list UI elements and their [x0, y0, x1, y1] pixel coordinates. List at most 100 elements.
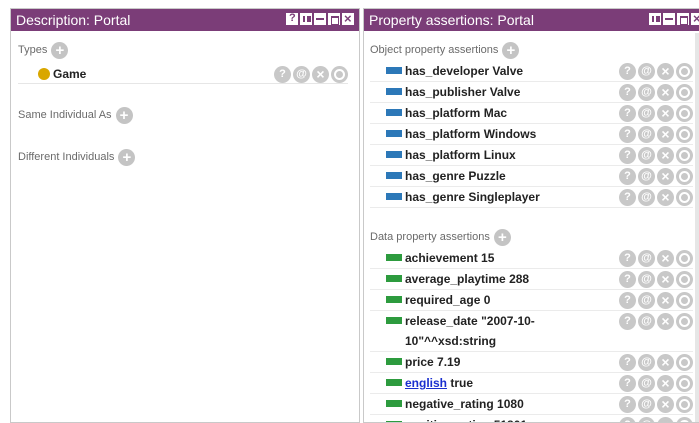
split-icon[interactable]: [649, 13, 661, 25]
object-property-row[interactable]: has_platform Mac? @ ×: [370, 103, 693, 124]
help-button[interactable]: ?: [619, 292, 636, 309]
edit-button[interactable]: [676, 250, 693, 267]
edit-button[interactable]: [676, 105, 693, 122]
add-different-individual-button[interactable]: +: [118, 148, 136, 166]
add-data-property-button[interactable]: +: [493, 228, 511, 246]
edit-button[interactable]: [676, 396, 693, 413]
help-icon[interactable]: [286, 12, 298, 25]
edit-button[interactable]: [676, 147, 693, 164]
delete-button[interactable]: ×: [657, 292, 674, 309]
delete-button[interactable]: ×: [657, 126, 674, 143]
minimize-icon[interactable]: [314, 13, 326, 25]
maximize-icon[interactable]: [677, 13, 689, 25]
help-button[interactable]: ?: [619, 271, 636, 288]
delete-button[interactable]: ×: [657, 189, 674, 206]
delete-button[interactable]: ×: [657, 313, 674, 330]
delete-button[interactable]: ×: [657, 105, 674, 122]
delete-button[interactable]: ×: [657, 375, 674, 392]
help-button[interactable]: ?: [619, 396, 636, 413]
property-name: has_publisher: [405, 85, 487, 99]
minimize-icon[interactable]: [663, 13, 675, 25]
data-property-row[interactable]: price 7.19? @ ×: [370, 352, 693, 373]
data-property-row[interactable]: required_age 0? @ ×: [370, 290, 693, 311]
close-icon[interactable]: [342, 11, 354, 26]
object-property-row[interactable]: has_platform Windows? @ ×: [370, 124, 693, 145]
annotate-button[interactable]: @: [638, 292, 655, 309]
data-property-row[interactable]: positive_rating 51801?@×: [370, 415, 693, 422]
delete-button[interactable]: ×: [657, 84, 674, 101]
data-property-row[interactable]: english true? @ ×: [370, 373, 693, 394]
data-property-row[interactable]: negative_rating 1080? @ ×: [370, 394, 693, 415]
delete-button[interactable]: ×: [657, 63, 674, 80]
object-property-list: has_developer Valve? @ × has_publisher Valv…: [370, 61, 693, 208]
delete-button[interactable]: ×: [657, 354, 674, 371]
help-button[interactable]: ?: [619, 168, 636, 185]
help-button[interactable]: ?: [619, 84, 636, 101]
property-name[interactable]: english: [405, 376, 447, 390]
split-icon[interactable]: [300, 13, 312, 25]
edit-button[interactable]: [676, 375, 693, 392]
help-button[interactable]: ?: [619, 105, 636, 122]
delete-button[interactable]: ×: [657, 250, 674, 267]
edit-button[interactable]: [676, 189, 693, 206]
edit-button[interactable]: [676, 126, 693, 143]
help-button[interactable]: ?: [619, 189, 636, 206]
delete-button[interactable]: ×: [312, 66, 329, 83]
annotate-button[interactable]: @: [638, 189, 655, 206]
edit-button[interactable]: [331, 66, 348, 83]
annotate-button[interactable]: @: [638, 84, 655, 101]
annotate-button[interactable]: @: [638, 313, 655, 330]
help-button[interactable]: ?: [619, 250, 636, 267]
edit-button[interactable]: [676, 63, 693, 80]
type-row[interactable]: Game ? @ ×: [18, 64, 348, 84]
annotate-button[interactable]: @: [638, 354, 655, 371]
annotate-button[interactable]: @: [638, 396, 655, 413]
annotate-button[interactable]: @: [638, 168, 655, 185]
annotate-button[interactable]: @: [638, 147, 655, 164]
annotate-button[interactable]: @: [638, 63, 655, 80]
data-property-icon: [386, 379, 402, 386]
annotate-button[interactable]: @: [638, 271, 655, 288]
annotate-button[interactable]: @: [293, 66, 310, 83]
edit-button[interactable]: [676, 313, 693, 330]
annotate-button[interactable]: @: [638, 126, 655, 143]
object-property-row[interactable]: has_publisher Valve? @ ×: [370, 82, 693, 103]
close-icon[interactable]: [691, 11, 699, 26]
object-property-row[interactable]: has_genre Puzzle? @ ×: [370, 166, 693, 187]
delete-button[interactable]: ×: [657, 417, 674, 422]
delete-button[interactable]: ×: [657, 271, 674, 288]
add-same-individual-button[interactable]: +: [115, 106, 133, 124]
maximize-icon[interactable]: [328, 13, 340, 25]
delete-button[interactable]: ×: [657, 168, 674, 185]
annotate-button[interactable]: @: [638, 250, 655, 267]
edit-button[interactable]: [676, 292, 693, 309]
help-button[interactable]: ?: [619, 126, 636, 143]
object-property-row[interactable]: has_developer Valve? @ ×: [370, 61, 693, 82]
help-button[interactable]: ?: [619, 313, 636, 330]
object-property-row[interactable]: has_genre Singleplayer? @ ×: [370, 187, 693, 208]
delete-button[interactable]: ×: [657, 147, 674, 164]
scrollbar[interactable]: [695, 33, 699, 422]
annotate-button[interactable]: @: [638, 417, 655, 422]
data-property-row[interactable]: achievement 15? @ ×: [370, 248, 693, 269]
edit-button[interactable]: [676, 84, 693, 101]
help-button[interactable]: ?: [274, 66, 291, 83]
help-button[interactable]: ?: [619, 354, 636, 371]
row-actions: ?@×: [619, 354, 693, 371]
annotate-button[interactable]: @: [638, 105, 655, 122]
help-button[interactable]: ?: [619, 147, 636, 164]
edit-button[interactable]: [676, 271, 693, 288]
help-button[interactable]: ?: [619, 417, 636, 422]
add-object-property-button[interactable]: +: [502, 41, 520, 59]
add-type-button[interactable]: +: [51, 41, 69, 59]
help-button[interactable]: ?: [619, 375, 636, 392]
data-property-row[interactable]: release_date "2007-10-10"^^xsd:string? @ ×: [370, 311, 693, 352]
object-property-row[interactable]: has_platform Linux? @ ×: [370, 145, 693, 166]
data-property-row[interactable]: average_playtime 288? @ ×: [370, 269, 693, 290]
delete-button[interactable]: ×: [657, 396, 674, 413]
annotate-button[interactable]: @: [638, 375, 655, 392]
edit-button[interactable]: [676, 354, 693, 371]
help-button[interactable]: ?: [619, 63, 636, 80]
edit-button[interactable]: [676, 168, 693, 185]
edit-button[interactable]: [676, 417, 693, 422]
